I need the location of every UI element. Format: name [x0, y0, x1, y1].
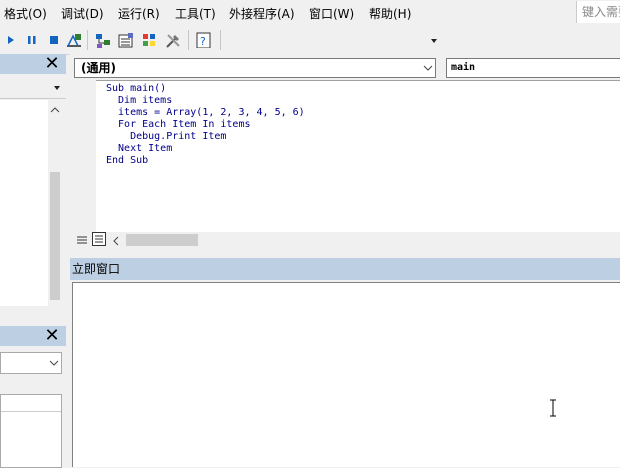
code-hscrollbar[interactable]: [96, 232, 620, 248]
code-line: items = Array(1, 2, 3, 4, 5, 6): [106, 107, 305, 118]
reset-icon[interactable]: [48, 32, 60, 48]
chevron-down-icon[interactable]: [53, 85, 61, 91]
menu-addins[interactable]: 外接程序(A): [229, 5, 295, 22]
scroll-up-icon[interactable]: [50, 106, 60, 114]
design-mode-icon[interactable]: [65, 32, 83, 48]
chevron-down-icon: [423, 65, 433, 71]
procedure-combo[interactable]: main: [446, 58, 620, 78]
toolbar-separator: [188, 30, 189, 50]
code-line: For Each Item In items: [106, 119, 251, 130]
chevron-down-icon: [49, 360, 59, 366]
immediate-window-title: 立即窗口: [70, 258, 620, 280]
scrollbar-thumb[interactable]: [50, 172, 60, 300]
help-icon[interactable]: ?: [195, 32, 213, 48]
code-margin: [70, 80, 97, 232]
toolbar-options-icon[interactable]: [430, 38, 438, 54]
project-tree-scrollbar[interactable]: [48, 100, 62, 359]
code-line: Next Item: [106, 143, 173, 154]
break-icon[interactable]: [26, 32, 38, 48]
menu-tools[interactable]: 工具(T): [175, 5, 216, 22]
close-icon[interactable]: ✕: [42, 54, 62, 74]
help-search-input[interactable]: 键入需要: [576, 1, 620, 23]
menu-bar: 格式(O) 调试(D) 运行(R) 工具(T) 外接程序(A) 窗口(W) 帮助…: [0, 0, 620, 26]
menu-help[interactable]: 帮助(H): [369, 5, 411, 22]
scrollbar-thumb[interactable]: [126, 234, 198, 246]
properties-grid[interactable]: [0, 394, 62, 468]
toolbox-icon[interactable]: [164, 32, 182, 48]
properties-title: ✕: [0, 326, 66, 346]
properties-icon[interactable]: [117, 32, 135, 48]
procedure-combo-value: main: [451, 62, 476, 73]
standard-toolbar: ?: [0, 26, 620, 55]
project-explorer-toolbar: [0, 76, 66, 99]
toolbar-separator: [87, 30, 88, 50]
menu-run[interactable]: 运行(R): [118, 5, 160, 22]
svg-text:?: ?: [200, 35, 206, 48]
code-line: End Sub: [106, 155, 149, 166]
code-line: Debug.Print Item: [106, 131, 227, 142]
left-dock-panel: ✕ ✕: [0, 54, 66, 468]
immediate-window-title-text: 立即窗口: [72, 262, 121, 276]
text-cursor-icon: [550, 399, 556, 417]
project-explorer-title: ✕: [0, 54, 66, 74]
code-editor[interactable]: Sub main() Dim items items = Array(1, 2,…: [96, 80, 620, 233]
close-icon[interactable]: ✕: [42, 326, 62, 346]
scroll-left-icon[interactable]: [112, 236, 120, 246]
properties-object-dropdown[interactable]: [0, 352, 62, 374]
code-line: Sub main(): [106, 83, 167, 94]
menu-window[interactable]: 窗口(W): [309, 5, 354, 22]
procedure-view-icon[interactable]: [76, 234, 88, 246]
toolbar-separator: [220, 30, 221, 50]
menu-debug[interactable]: 调试(D): [61, 5, 104, 22]
immediate-window: 立即窗口: [70, 258, 620, 467]
project-explorer-icon[interactable]: [94, 32, 112, 48]
code-text: Sub main() Dim items items = Array(1, 2,…: [106, 83, 305, 167]
run-icon[interactable]: [6, 32, 16, 48]
full-module-view-icon[interactable]: [92, 232, 106, 246]
menu-format[interactable]: 格式(O): [4, 5, 47, 22]
object-combo-value: (通用): [81, 61, 116, 75]
code-line: Dim items: [106, 95, 173, 106]
code-window: (通用) main Sub main() Dim items items = A…: [70, 54, 620, 252]
project-tree[interactable]: [0, 100, 48, 306]
object-browser-icon[interactable]: [141, 32, 159, 48]
immediate-window-input[interactable]: [72, 282, 620, 467]
object-combo[interactable]: (通用): [74, 58, 436, 78]
